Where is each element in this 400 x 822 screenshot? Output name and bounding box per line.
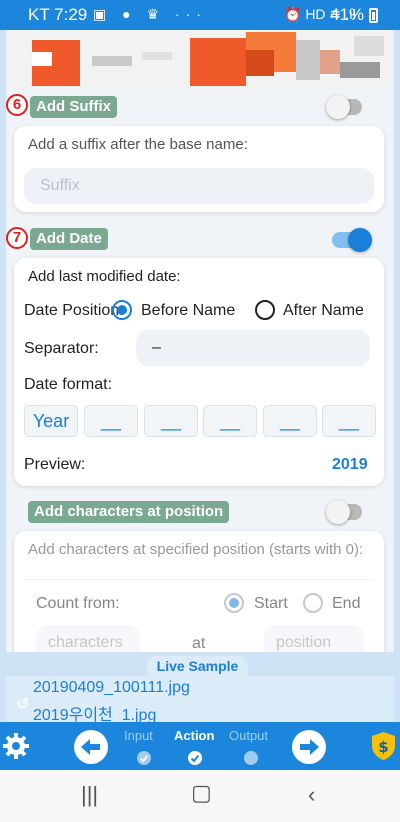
date-format-label: Date format: xyxy=(24,376,113,393)
battery-icon xyxy=(369,8,378,23)
battery-level: 41% xyxy=(330,5,365,24)
toggle-knob xyxy=(326,95,350,119)
characters-card: Add characters at specified position (st… xyxy=(14,531,384,652)
check-icon xyxy=(190,754,200,763)
system-navigation-bar: ||| ▢ ‹ xyxy=(0,770,400,822)
recent-apps-icon[interactable]: ||| xyxy=(81,782,98,808)
preview-value: 2019 xyxy=(332,456,368,473)
after-name-radio[interactable] xyxy=(255,300,275,320)
before-name-radio[interactable] xyxy=(112,300,132,320)
suffix-description: Add a suffix after the base name: xyxy=(28,136,248,153)
divider xyxy=(24,579,374,580)
add-date-tag: Add Date xyxy=(30,228,108,250)
count-from-label: Count from: xyxy=(36,595,120,612)
suffix-input[interactable]: Suffix xyxy=(24,168,374,204)
toggle-knob xyxy=(326,500,350,524)
settings-scroll-area[interactable]: 6 Add Suffix Add a suffix after the base… xyxy=(6,30,394,652)
date-position-label: Date Position: xyxy=(24,302,124,319)
add-suffix-toggle[interactable] xyxy=(326,95,362,119)
step-input-indicator xyxy=(137,751,151,765)
step-action-label[interactable]: Action xyxy=(174,728,214,743)
toggle-knob xyxy=(348,228,372,252)
position-input[interactable]: position xyxy=(264,625,364,652)
live-sample-panel[interactable]: ↺ 20190409_100111.jpg 2019우이천_1.jpg xyxy=(6,676,394,724)
settings-button[interactable] xyxy=(0,726,33,766)
after-name-label[interactable]: After Name xyxy=(283,302,364,320)
next-button[interactable] xyxy=(292,730,326,764)
shield-dollar-icon: $ xyxy=(372,732,395,760)
count-start-label[interactable]: Start xyxy=(254,595,288,613)
date-description: Add last modified date: xyxy=(28,268,181,285)
date-card: Add last modified date: Date Position: B… xyxy=(14,258,384,486)
format-segment-6[interactable]: __ xyxy=(322,405,376,437)
step-output-indicator xyxy=(244,751,258,765)
at-label: at xyxy=(192,635,206,652)
arrow-right-icon xyxy=(300,739,319,755)
status-time: KT 7:29 xyxy=(28,5,88,24)
format-segment-year[interactable]: Year xyxy=(24,405,78,437)
add-date-toggle[interactable] xyxy=(332,228,372,252)
separator-input[interactable]: – xyxy=(136,330,370,366)
ad-banner[interactable] xyxy=(14,32,392,90)
step-input-label[interactable]: Input xyxy=(124,728,153,743)
premium-button[interactable]: $ xyxy=(367,726,400,766)
add-characters-toggle[interactable] xyxy=(326,500,362,524)
refresh-icon[interactable]: ↺ xyxy=(16,694,29,714)
count-end-radio[interactable] xyxy=(303,593,323,613)
characters-description: Add characters at specified position (st… xyxy=(28,541,364,558)
suffix-card: Add a suffix after the base name: Suffix xyxy=(14,126,384,212)
add-characters-tag: Add characters at position xyxy=(28,501,230,523)
before-name-label[interactable]: Before Name xyxy=(141,302,235,320)
add-suffix-tag: Add Suffix xyxy=(30,96,117,118)
notification-icons: ▣ ● ♛ ··· xyxy=(93,6,207,22)
home-icon[interactable]: ▢ xyxy=(191,780,212,806)
format-segment-3[interactable]: __ xyxy=(144,405,198,437)
separator-label: Separator: xyxy=(24,340,99,357)
back-button[interactable] xyxy=(74,730,108,764)
count-end-label[interactable]: End xyxy=(332,595,360,613)
system-back-icon[interactable]: ‹ xyxy=(308,782,315,808)
characters-input[interactable]: characters xyxy=(36,625,140,652)
step-output-label[interactable]: Output xyxy=(229,728,268,743)
format-segment-5[interactable]: __ xyxy=(263,405,317,437)
svg-text:$: $ xyxy=(378,738,388,756)
format-segment-2[interactable]: __ xyxy=(84,405,138,437)
step-number-marker: 7 xyxy=(6,227,28,249)
live-sample-label: Live Sample xyxy=(147,656,248,676)
check-icon xyxy=(139,754,149,763)
step-number-marker: 6 xyxy=(6,94,28,116)
step-action-indicator xyxy=(188,751,202,765)
gear-icon xyxy=(3,733,29,759)
format-segment-4[interactable]: __ xyxy=(203,405,257,437)
preview-label: Preview: xyxy=(24,456,86,473)
arrow-left-icon xyxy=(81,739,100,755)
status-bar: KT 7:29 ▣ ● ♛ ··· ⏰ HD ≋ .ıl 41% xyxy=(0,0,400,30)
sample-file-1: 20190409_100111.jpg xyxy=(33,679,190,696)
count-start-radio[interactable] xyxy=(224,593,244,613)
